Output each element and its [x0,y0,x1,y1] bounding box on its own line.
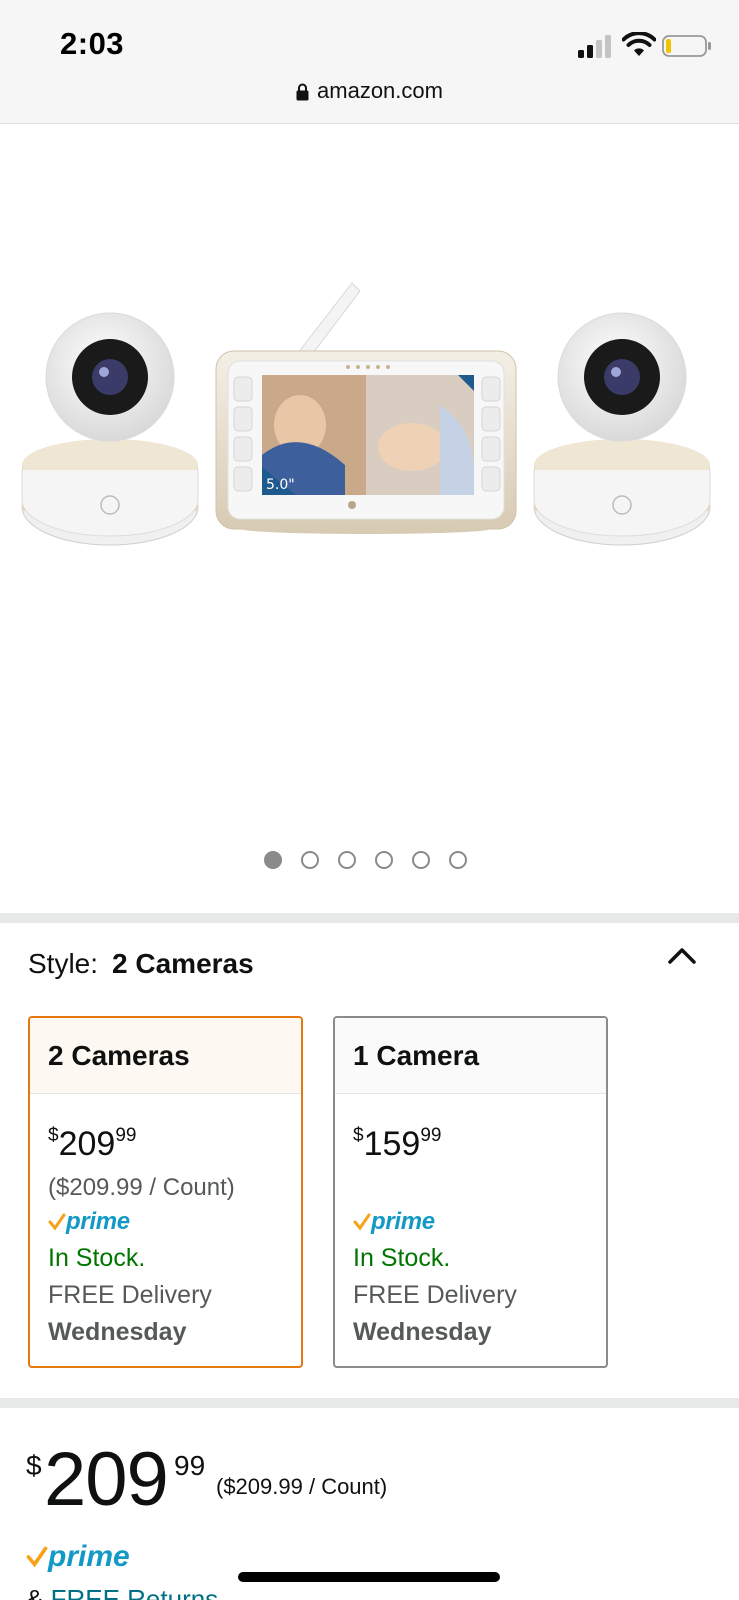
prime-badge: prime [48,1208,283,1236]
screen-size-label: 5.0" [266,477,295,493]
address-bar[interactable]: amazon.com [0,78,739,104]
style-option-2-cameras[interactable]: 2 Cameras $20999 ($209.99 / Count) prime… [28,1016,303,1368]
free-returns-link[interactable]: FREE Returns [51,1584,219,1600]
chevron-up-icon[interactable] [666,944,698,966]
free-returns: & FREE Returns [26,1584,218,1600]
browser-top-bar: 2:03 amazon.com [0,0,739,124]
option-unit-price: ($209.99 / Count) [48,1174,235,1201]
wifi-icon [622,32,656,56]
prime-check-icon [353,1213,371,1231]
prime-badge: prime [353,1208,588,1236]
style-selected-value: 2 Cameras [112,948,254,979]
buybox-unit-price: ($209.99 / Count) [216,1474,388,1499]
carousel-indicator [264,851,467,871]
status-time: 2:03 [60,26,125,61]
carousel-dot[interactable] [375,851,393,869]
product-image[interactable]: 5.0" [0,125,739,925]
lock-icon [296,83,309,101]
url-text: amazon.com [317,78,443,103]
option-delivery: FREE Delivery [353,1281,517,1309]
section-divider [0,913,739,923]
carousel-dot[interactable] [264,851,282,869]
monitor-image: 5.0" [215,282,517,534]
prime-check-icon [48,1213,66,1231]
option-delivery-day: Wednesday [353,1318,492,1346]
option-unit-price [353,1174,588,1204]
cellular-signal-icon [578,34,614,58]
buybox-prime-badge: prime [26,1540,130,1574]
carousel-dot[interactable] [449,851,467,869]
camera-left-image [21,312,199,546]
style-option-1-camera[interactable]: 1 Camera $15999 prime In Stock. FREE Del… [333,1016,608,1368]
option-title: 1 Camera [335,1018,606,1094]
carousel-dot[interactable] [338,851,356,869]
carousel-dot[interactable] [412,851,430,869]
option-stock: In Stock. [353,1244,451,1272]
carousel-dot[interactable] [301,851,319,869]
option-price: $15999 [353,1125,442,1163]
home-indicator[interactable] [238,1572,500,1582]
option-delivery-day: Wednesday [48,1318,187,1346]
style-label: Style: [28,948,99,979]
option-price: $20999 [48,1125,137,1163]
camera-right-image [533,312,711,546]
option-title: 2 Cameras [30,1018,301,1094]
style-selector-header: Style: 2 Cameras [28,948,254,980]
battery-icon [662,35,711,57]
section-divider [0,1398,739,1408]
prime-check-icon [26,1546,48,1568]
option-stock: In Stock. [48,1244,146,1272]
option-delivery: FREE Delivery [48,1281,212,1309]
